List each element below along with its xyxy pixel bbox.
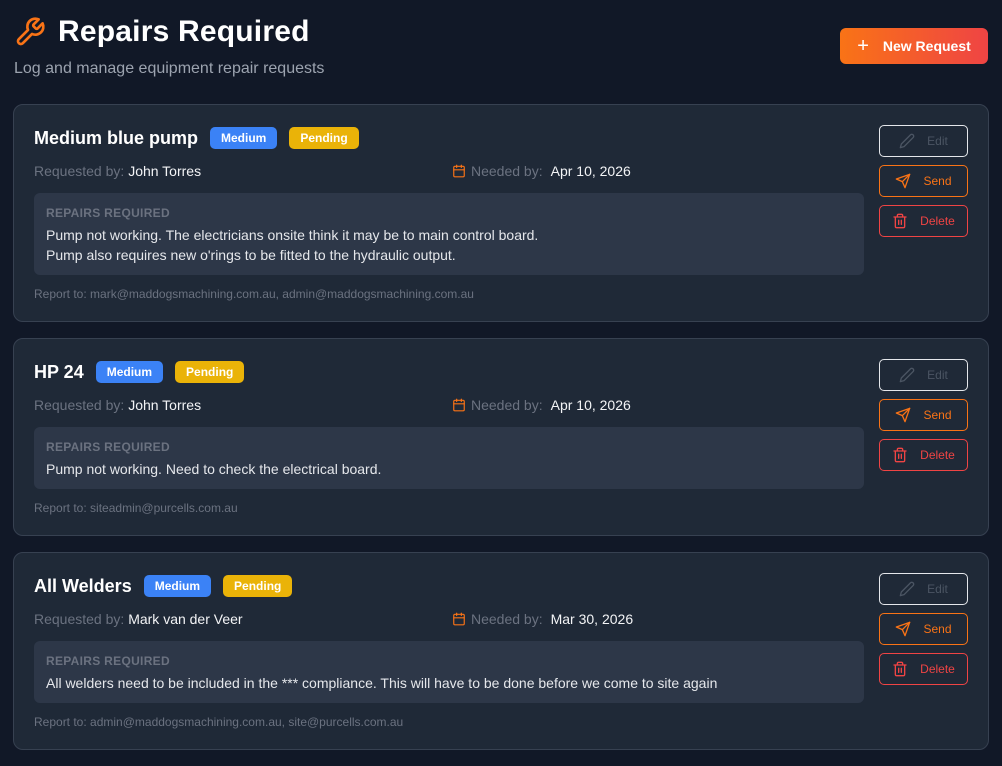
needed-by: Needed by: Mar 30, 2026 xyxy=(452,611,633,627)
request-card: Medium blue pump Medium Pending Requeste… xyxy=(13,104,989,322)
title-row: Repairs Required xyxy=(14,14,310,50)
send-icon xyxy=(896,407,911,423)
report-to: Report to: admin@maddogsmachining.com.au… xyxy=(34,715,403,729)
edit-button[interactable]: Edit xyxy=(879,573,968,605)
card-title-row: Medium blue pump Medium Pending xyxy=(34,127,371,149)
needed-by: Needed by: Apr 10, 2026 xyxy=(452,163,631,179)
edit-label: Edit xyxy=(927,134,948,148)
repairs-box: REPAIRS REQUIRED Pump not working. Need … xyxy=(34,427,864,489)
delete-button[interactable]: Delete xyxy=(879,439,968,471)
delete-label: Delete xyxy=(920,214,955,228)
trash-icon xyxy=(893,213,907,229)
priority-badge: Medium xyxy=(143,575,212,597)
card-title-row: HP 24 Medium Pending xyxy=(34,361,256,383)
send-label: Send xyxy=(923,408,952,422)
status-badge: Pending xyxy=(175,361,245,383)
edit-button[interactable]: Edit xyxy=(879,359,968,391)
delete-label: Delete xyxy=(920,448,955,462)
pencil-icon xyxy=(899,133,915,149)
send-icon xyxy=(896,621,911,637)
request-title: Medium blue pump xyxy=(34,127,198,148)
request-card: All Welders Medium Pending Requested by:… xyxy=(13,552,989,750)
send-button[interactable]: Send xyxy=(879,613,968,645)
pencil-icon xyxy=(899,367,915,383)
trash-icon xyxy=(893,661,907,677)
repairs-line: All welders need to be included in the *… xyxy=(46,675,718,691)
needed-by-label: Needed by: xyxy=(471,163,543,179)
send-button[interactable]: Send xyxy=(879,165,968,197)
repairs-label: REPAIRS REQUIRED xyxy=(46,440,170,454)
new-request-button[interactable]: + New Request xyxy=(840,28,988,64)
report-to: Report to: mark@maddogsmachining.com.au,… xyxy=(34,287,474,301)
repairs-label: REPAIRS REQUIRED xyxy=(46,206,170,220)
new-request-label: New Request xyxy=(882,38,971,54)
requested-by: Requested by: John Torres xyxy=(34,397,201,413)
repairs-box: REPAIRS REQUIRED Pump not working. The e… xyxy=(34,193,864,275)
card-actions: Edit Send Delete xyxy=(879,573,968,693)
requested-by: Requested by: Mark van der Veer xyxy=(34,611,243,627)
send-label: Send xyxy=(923,622,952,636)
edit-button[interactable]: Edit xyxy=(879,125,968,157)
repairs-line: Pump not working. The electricians onsit… xyxy=(46,227,539,243)
needed-by-label: Needed by: xyxy=(471,397,543,413)
report-to-value: siteadmin@purcells.com.au xyxy=(90,501,238,515)
repairs-label: REPAIRS REQUIRED xyxy=(46,654,170,668)
report-to-value: mark@maddogsmachining.com.au, admin@madd… xyxy=(90,287,474,301)
needed-by: Needed by: Apr 10, 2026 xyxy=(452,397,631,413)
repairs-page: Repairs Required Log and manage equipmen… xyxy=(0,0,1002,766)
plus-icon: + xyxy=(857,35,869,57)
card-actions: Edit Send Delete xyxy=(879,125,968,245)
send-label: Send xyxy=(923,174,952,188)
card-title-row: All Welders Medium Pending xyxy=(34,575,304,597)
repairs-line: Pump also requires new o'rings to be fit… xyxy=(46,247,456,263)
needed-by-value: Apr 10, 2026 xyxy=(550,163,631,179)
requested-by-value: John Torres xyxy=(128,397,202,413)
status-badge: Pending xyxy=(223,575,293,597)
requested-by-value: John Torres xyxy=(128,163,202,179)
send-button[interactable]: Send xyxy=(879,399,968,431)
repairs-box: REPAIRS REQUIRED All welders need to be … xyxy=(34,641,864,703)
delete-label: Delete xyxy=(920,662,955,676)
request-title: All Welders xyxy=(34,575,132,596)
requested-by: Requested by: John Torres xyxy=(34,163,201,179)
delete-button[interactable]: Delete xyxy=(879,653,968,685)
delete-button[interactable]: Delete xyxy=(879,205,968,237)
needed-by-label: Needed by: xyxy=(471,611,543,627)
calendar-icon xyxy=(453,164,465,178)
card-actions: Edit Send Delete xyxy=(879,359,968,479)
needed-by-value: Apr 10, 2026 xyxy=(550,397,631,413)
request-card: HP 24 Medium Pending Requested by: John … xyxy=(13,338,989,536)
report-to-value: admin@maddogsmachining.com.au, site@purc… xyxy=(90,715,404,729)
requested-by-label: Requested by: xyxy=(34,611,125,627)
edit-label: Edit xyxy=(927,582,948,596)
report-to-label: Report to: xyxy=(34,715,87,729)
repairs-line: Pump not working. Need to check the elec… xyxy=(46,461,382,477)
calendar-icon xyxy=(453,612,465,626)
page-subtitle: Log and manage equipment repair requests xyxy=(14,60,325,77)
report-to-label: Report to: xyxy=(34,501,87,515)
requested-by-label: Requested by: xyxy=(34,163,125,179)
wrench-icon xyxy=(16,17,45,46)
report-to: Report to: siteadmin@purcells.com.au xyxy=(34,501,238,515)
needed-by-value: Mar 30, 2026 xyxy=(550,611,634,627)
priority-badge: Medium xyxy=(95,361,164,383)
report-to-label: Report to: xyxy=(34,287,87,301)
request-title: HP 24 xyxy=(34,361,84,382)
pencil-icon xyxy=(899,581,915,597)
page-title: Repairs Required xyxy=(58,15,310,48)
requested-by-value: Mark van der Veer xyxy=(128,611,243,627)
calendar-icon xyxy=(453,398,465,412)
requested-by-label: Requested by: xyxy=(34,397,125,413)
trash-icon xyxy=(893,447,907,463)
status-badge: Pending xyxy=(289,127,359,149)
edit-label: Edit xyxy=(927,368,948,382)
page-header: Repairs Required Log and manage equipmen… xyxy=(0,0,1002,100)
priority-badge: Medium xyxy=(210,127,278,149)
send-icon xyxy=(896,173,911,189)
